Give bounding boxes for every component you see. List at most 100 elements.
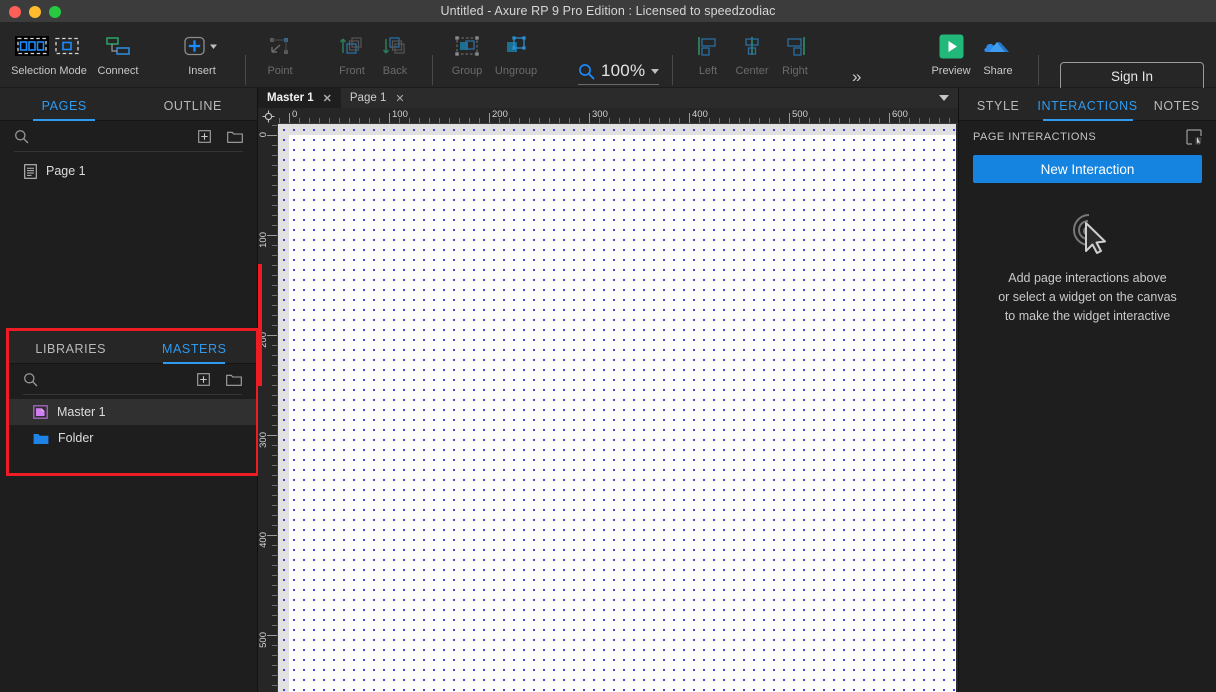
toolbar-divider-2 — [432, 55, 433, 85]
ruler-tick — [779, 118, 780, 123]
add-master-icon[interactable] — [197, 372, 210, 386]
ruler-tick — [589, 113, 590, 123]
toolbar-button-share[interactable]: Share — [971, 23, 1025, 88]
vertical-ruler[interactable]: 0 100 200 300 400 500 — [258, 124, 278, 692]
ruler-tick — [272, 485, 277, 486]
tab-masters[interactable]: MASTERS — [133, 342, 257, 363]
connect-icon — [105, 31, 131, 61]
magnifier-icon — [578, 63, 595, 80]
ruler-tick — [869, 118, 870, 123]
ruler-tick — [859, 118, 860, 123]
maximize-window-button[interactable] — [49, 5, 61, 18]
tab-pages[interactable]: PAGES — [0, 99, 129, 120]
ruler-tick — [272, 665, 277, 666]
close-icon[interactable]: ✕ — [323, 92, 332, 105]
ruler-tick — [949, 118, 950, 123]
point-icon — [267, 31, 293, 61]
toolbar-label-connect: Connect — [97, 65, 139, 77]
ruler-tick — [272, 225, 277, 226]
toolbar-divider-4 — [1038, 55, 1039, 85]
empty-state-line-1: Add page interactions above — [1008, 271, 1167, 285]
ruler-tick — [549, 118, 550, 123]
left-sidebar: PAGES OUTLINE Page 1 LIBRARIES MASTERS M… — [0, 88, 259, 692]
canvas-tab-label: Page 1 — [349, 92, 387, 104]
toolbar-label-group: Group — [451, 65, 483, 77]
canvas-area: Master 1 ✕ Page 1 ✕ 0 100 200 300 400 500 600 … — [258, 88, 958, 692]
ruler-tick — [689, 113, 690, 123]
ruler-tick — [739, 118, 740, 123]
toolbar-button-point[interactable]: Point — [254, 23, 306, 88]
new-interaction-button[interactable]: New Interaction — [973, 155, 1202, 183]
ruler-tick — [272, 425, 277, 426]
ruler-tick — [389, 113, 390, 123]
ruler-tick — [272, 455, 277, 456]
ruler-tick — [439, 118, 440, 123]
ruler-tick — [272, 215, 277, 216]
tab-libraries[interactable]: LIBRARIES — [9, 342, 133, 363]
ruler-tick — [272, 545, 277, 546]
ruler-tick — [679, 118, 680, 123]
toolbar-button-selection-mode[interactable]: Selection Mode — [10, 23, 88, 88]
sign-in-button[interactable]: Sign In — [1060, 62, 1204, 91]
toolbar-button-preview[interactable]: Preview — [924, 23, 978, 88]
new-folder-icon[interactable] — [226, 373, 242, 386]
new-folder-icon[interactable] — [227, 130, 243, 143]
canvas-tab-page-1[interactable]: Page 1 ✕ — [341, 88, 414, 108]
ruler-origin-button[interactable] — [258, 108, 278, 124]
ruler-tick — [749, 118, 750, 123]
ruler-tick — [272, 465, 277, 466]
toolbar-button-group[interactable]: Group — [441, 23, 493, 88]
ruler-tick — [569, 118, 570, 123]
zoom-control[interactable]: 100% — [578, 61, 660, 85]
toolbar-button-connect[interactable]: Connect — [92, 23, 144, 88]
add-page-icon[interactable] — [198, 129, 211, 143]
tree-item-master-1[interactable]: Master 1 — [9, 399, 256, 425]
right-inspector-panel: STYLE INTERACTIONS NOTES PAGE INTERACTIO… — [958, 88, 1216, 692]
ruler-label: 0 — [292, 109, 298, 120]
tab-style[interactable]: STYLE — [959, 99, 1037, 120]
toolbar-button-ungroup[interactable]: Ungroup — [490, 23, 542, 88]
chevron-down-icon[interactable] — [939, 95, 949, 101]
chevron-down-icon[interactable] — [651, 68, 660, 74]
canvas-viewport[interactable] — [278, 124, 958, 692]
ruler-tick — [272, 145, 277, 146]
ruler-tick — [639, 118, 640, 123]
ruler-tick — [909, 118, 910, 123]
ruler-tick — [272, 615, 277, 616]
ruler-tick — [272, 245, 277, 246]
toolbar-button-send-back[interactable]: Back — [369, 23, 421, 88]
ruler-tick — [272, 495, 277, 496]
ruler-tick — [272, 255, 277, 256]
toolbar-button-insert[interactable]: Insert — [172, 23, 232, 88]
vertical-ruler-highlight — [258, 264, 262, 386]
ruler-tick — [659, 118, 660, 123]
close-window-button[interactable] — [9, 5, 21, 18]
ruler-label: 200 — [492, 109, 508, 120]
ruler-tick — [272, 505, 277, 506]
tab-notes[interactable]: NOTES — [1138, 99, 1216, 120]
minimize-window-button[interactable] — [29, 5, 41, 18]
window-title: Untitled - Axure RP 9 Pro Edition : Lice… — [440, 4, 776, 18]
canvas-tab-master-1[interactable]: Master 1 ✕ — [258, 88, 341, 108]
horizontal-ruler[interactable]: 0 100 200 300 400 500 600 — [258, 108, 958, 124]
tree-item-page-1[interactable]: Page 1 — [0, 158, 257, 184]
tab-interactions[interactable]: INTERACTIONS — [1037, 99, 1137, 120]
select-widget-icon[interactable] — [1186, 129, 1202, 145]
ruler-tick — [419, 118, 420, 123]
toolbar-overflow-button[interactable]: » — [852, 67, 862, 87]
ruler-tick — [272, 645, 277, 646]
toolbar-button-align-right[interactable]: Right — [769, 23, 821, 88]
master-icon — [33, 405, 48, 419]
ruler-tick — [272, 685, 277, 686]
tree-item-folder[interactable]: Folder — [9, 425, 256, 451]
ruler-tick — [272, 275, 277, 276]
toolbar-label-selection-mode: Selection Mode — [11, 65, 87, 77]
page-interactions-title: PAGE INTERACTIONS — [973, 131, 1097, 143]
close-icon[interactable]: ✕ — [395, 92, 404, 105]
search-icon[interactable] — [14, 129, 29, 144]
main-toolbar: Selection Mode Connect Insert Point Fron… — [0, 23, 1216, 91]
tab-outline[interactable]: OUTLINE — [129, 99, 258, 120]
search-icon[interactable] — [23, 372, 38, 387]
ruler-tick — [272, 515, 277, 516]
empty-state-line-3: to make the widget interactive — [1004, 309, 1171, 323]
